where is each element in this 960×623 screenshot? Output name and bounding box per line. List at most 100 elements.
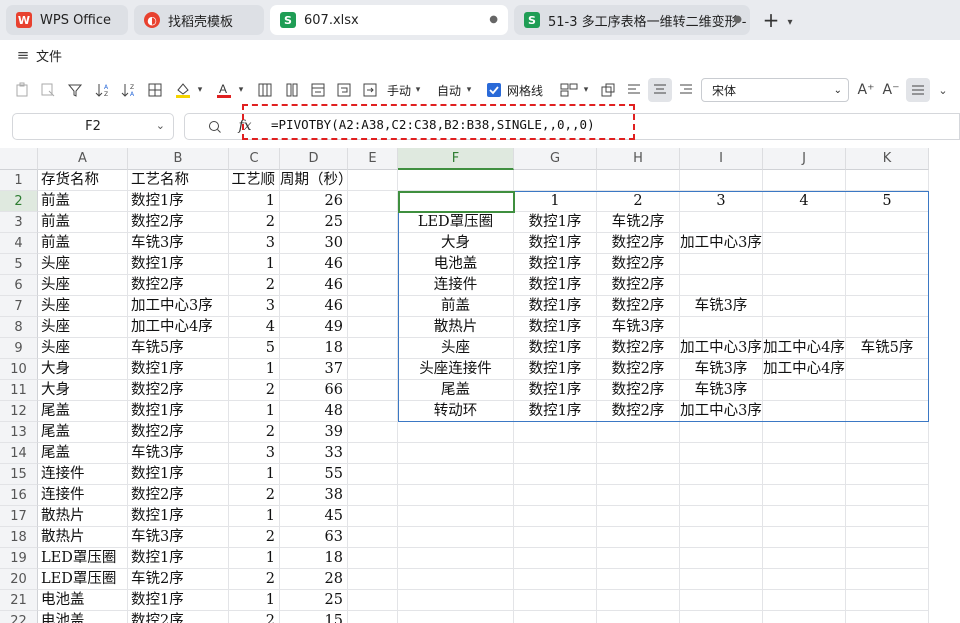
cell-e5[interactable]	[348, 254, 398, 275]
row-header[interactable]: 20	[0, 569, 38, 590]
font-color-icon[interactable]: A	[214, 79, 234, 101]
chevron-down-icon[interactable]: ⌄	[936, 79, 950, 101]
row-header[interactable]: 9	[0, 338, 38, 359]
cell-k10[interactable]	[846, 359, 929, 380]
cell-f18[interactable]	[398, 527, 514, 548]
cell-e7[interactable]	[348, 296, 398, 317]
cell-j7[interactable]	[763, 296, 846, 317]
cell-k19[interactable]	[846, 548, 929, 569]
cell-b11[interactable]: 数控2序	[128, 380, 229, 401]
cell-c19[interactable]: 1	[229, 548, 280, 569]
decrease-font-icon[interactable]: A⁻	[881, 79, 901, 101]
cell-k16[interactable]	[846, 485, 929, 506]
cell-j12[interactable]	[763, 401, 846, 422]
cell-d19[interactable]: 18	[280, 548, 348, 569]
cell-e21[interactable]	[348, 590, 398, 611]
cell-b18[interactable]: 车铣3序	[128, 527, 229, 548]
cell-e14[interactable]	[348, 443, 398, 464]
paste-format-icon[interactable]	[12, 79, 32, 101]
cell-b1[interactable]: 工艺名称	[128, 170, 229, 191]
cell-k6[interactable]	[846, 275, 929, 296]
merge-cells-icon[interactable]	[360, 79, 380, 101]
cell-g6[interactable]: 数控1序	[514, 275, 597, 296]
cell-k4[interactable]	[846, 233, 929, 254]
row-header[interactable]: 1	[0, 170, 38, 191]
cell-e10[interactable]	[348, 359, 398, 380]
cell-i4[interactable]: 加工中心3序	[680, 233, 763, 254]
cell-g13[interactable]	[514, 422, 597, 443]
cell-f11[interactable]: 尾盖	[398, 380, 514, 401]
row-header[interactable]: 3	[0, 212, 38, 233]
column-header-d[interactable]: D	[280, 148, 348, 170]
cell-b22[interactable]: 数控2序	[128, 611, 229, 623]
cell-e4[interactable]	[348, 233, 398, 254]
cell-k21[interactable]	[846, 590, 929, 611]
cell-k14[interactable]	[846, 443, 929, 464]
cell-b16[interactable]: 数控2序	[128, 485, 229, 506]
row-header[interactable]: 12	[0, 401, 38, 422]
cell-i18[interactable]	[680, 527, 763, 548]
sort-descending-icon[interactable]: ZA	[118, 79, 140, 101]
cell-i3[interactable]	[680, 212, 763, 233]
cell-c11[interactable]: 2	[229, 380, 280, 401]
cell-h1[interactable]	[597, 170, 680, 191]
chevron-down-icon[interactable]: ▾	[783, 11, 797, 33]
cell-a9[interactable]: 头座	[38, 338, 128, 359]
tab-607-xlsx[interactable]: S 607.xlsx ●	[270, 5, 508, 35]
tab-wps-office[interactable]: W WPS Office	[6, 5, 128, 35]
cell-d8[interactable]: 49	[280, 317, 348, 338]
cell-i22[interactable]	[680, 611, 763, 623]
borders-icon[interactable]	[145, 79, 165, 101]
select-all-corner[interactable]	[0, 148, 38, 170]
cell-k1[interactable]	[846, 170, 929, 191]
cell-i6[interactable]	[680, 275, 763, 296]
cell-e6[interactable]	[348, 275, 398, 296]
cell-j22[interactable]	[763, 611, 846, 623]
cell-j6[interactable]	[763, 275, 846, 296]
cell-f12[interactable]: 转动环	[398, 401, 514, 422]
cell-e20[interactable]	[348, 569, 398, 590]
cell-i12[interactable]: 加工中心3序	[680, 401, 763, 422]
cell-h5[interactable]: 数控2序	[597, 254, 680, 275]
cell-c8[interactable]: 4	[229, 317, 280, 338]
cell-i20[interactable]	[680, 569, 763, 590]
cell-h8[interactable]: 车铣3序	[597, 317, 680, 338]
cell-a18[interactable]: 散热片	[38, 527, 128, 548]
cell-c5[interactable]: 1	[229, 254, 280, 275]
freeze-panes-icon[interactable]	[255, 79, 275, 101]
chevron-down-icon[interactable]: ▾	[195, 79, 205, 101]
cell-g9[interactable]: 数控1序	[514, 338, 597, 359]
cell-g18[interactable]	[514, 527, 597, 548]
cell-f21[interactable]	[398, 590, 514, 611]
cell-d6[interactable]: 46	[280, 275, 348, 296]
cell-b9[interactable]: 车铣5序	[128, 338, 229, 359]
cell-h19[interactable]	[597, 548, 680, 569]
cell-a14[interactable]: 尾盖	[38, 443, 128, 464]
column-header-i[interactable]: I	[680, 148, 763, 170]
column-header-c[interactable]: C	[229, 148, 280, 170]
cell-h16[interactable]	[597, 485, 680, 506]
cell-f10[interactable]: 头座连接件	[398, 359, 514, 380]
cell-h4[interactable]: 数控2序	[597, 233, 680, 254]
cell-c3[interactable]: 2	[229, 212, 280, 233]
table-style-icon[interactable]	[558, 79, 580, 101]
cell-e1[interactable]	[348, 170, 398, 191]
cell-f8[interactable]: 散热片	[398, 317, 514, 338]
cell-e22[interactable]	[348, 611, 398, 623]
cell-g3[interactable]: 数控1序	[514, 212, 597, 233]
row-header[interactable]: 11	[0, 380, 38, 401]
row-header[interactable]: 15	[0, 464, 38, 485]
cell-d21[interactable]: 25	[280, 590, 348, 611]
cell-e8[interactable]	[348, 317, 398, 338]
cell-e12[interactable]	[348, 401, 398, 422]
cell-f3[interactable]: LED罩压圈	[398, 212, 514, 233]
cell-f20[interactable]	[398, 569, 514, 590]
cell-e19[interactable]	[348, 548, 398, 569]
row-header[interactable]: 7	[0, 296, 38, 317]
manual-calc-button[interactable]: 手动	[385, 79, 413, 101]
cell-i13[interactable]	[680, 422, 763, 443]
cell-j4[interactable]	[763, 233, 846, 254]
column-header-k[interactable]: K	[846, 148, 929, 170]
cell-i7[interactable]: 车铣3序	[680, 296, 763, 317]
cell-d20[interactable]: 28	[280, 569, 348, 590]
